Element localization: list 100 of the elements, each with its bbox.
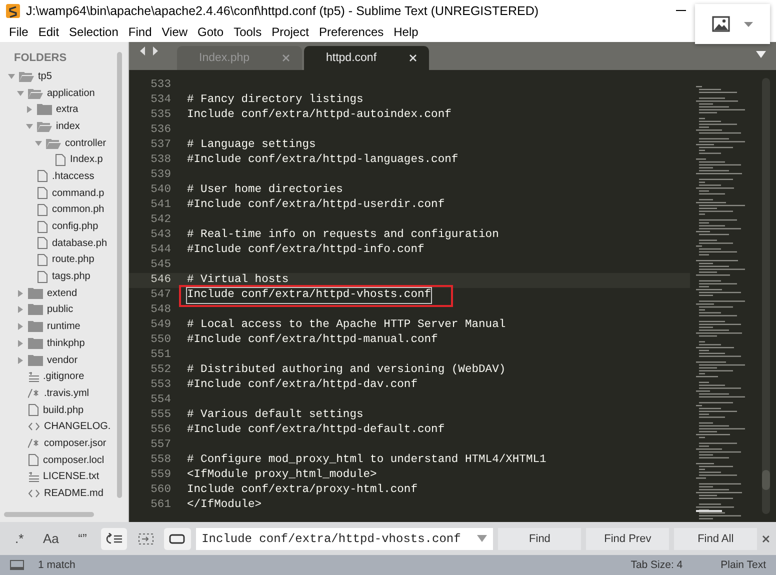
code-line: # Fancy directory listings <box>187 93 364 108</box>
line-number: 539 <box>150 168 172 183</box>
folder-icon <box>28 304 43 316</box>
line-number: 559 <box>150 468 172 483</box>
wrap-toggle[interactable] <box>100 528 128 550</box>
caret-icon <box>744 22 753 26</box>
collapse-arrow-icon[interactable] <box>26 106 33 114</box>
sidebar-document[interactable]: config.php <box>52 221 98 232</box>
line-number: 538 <box>150 153 172 168</box>
sidebar-folder[interactable]: extend <box>47 288 78 299</box>
syntax-indicator[interactable]: Plain Text <box>720 559 766 571</box>
file-icon <box>37 254 48 266</box>
line-number: 540 <box>150 183 172 198</box>
sidebar-folder[interactable]: index <box>56 120 80 132</box>
close-icon[interactable] <box>762 534 770 542</box>
collapse-arrow-icon[interactable] <box>17 306 24 314</box>
code-line: # Various default settings <box>187 408 364 423</box>
menu-item[interactable]: File <box>4 25 34 39</box>
expand-arrow-icon[interactable] <box>8 72 15 80</box>
line-number: 544 <box>150 243 172 258</box>
line-number: 535 <box>150 108 172 123</box>
collapse-arrow-icon[interactable] <box>17 323 24 330</box>
menu-item[interactable]: Find <box>123 25 157 39</box>
sidebar-folder[interactable]: controller <box>65 138 106 149</box>
word-toggle[interactable]: “” <box>69 528 96 550</box>
sidebar-folder[interactable]: thinkphp <box>47 338 85 349</box>
expand-arrow-icon[interactable] <box>35 140 42 147</box>
sidebar-document[interactable]: composer.locl <box>43 454 104 466</box>
sidebar-document[interactable]: composer.jsor <box>44 438 106 449</box>
code-line: <IfModule proxy_html_module> <box>187 468 377 483</box>
code-line: Include conf/extra/proxy-html.conf <box>187 483 418 498</box>
image-icon <box>712 16 730 32</box>
sidebar-document[interactable]: tags.php <box>52 271 90 282</box>
find-button[interactable]: Find <box>498 528 582 550</box>
scrollbar[interactable] <box>762 78 770 514</box>
find-button[interactable]: Find All <box>674 528 758 550</box>
highlight-toggle[interactable] <box>164 528 191 550</box>
dropdown-arrow-icon[interactable] <box>477 535 488 542</box>
menu-item[interactable]: Project <box>266 25 314 39</box>
sidebar-document[interactable]: Index.p <box>70 154 103 166</box>
file-icon <box>37 170 48 182</box>
scrollbar[interactable] <box>117 52 122 498</box>
menu-item[interactable]: Selection <box>64 25 124 39</box>
dropdown-arrow-icon[interactable] <box>756 51 766 58</box>
case-toggle[interactable]: Aa <box>38 528 64 550</box>
sidebar-document[interactable]: build.php <box>43 404 84 416</box>
menu-item[interactable]: Edit <box>33 25 64 39</box>
sidebar-document[interactable]: .gitignore <box>43 371 84 382</box>
menu-item[interactable]: Help <box>388 25 424 39</box>
sidebar-document[interactable]: .travis.yml <box>44 388 89 399</box>
menu-item[interactable]: Preferences <box>314 25 389 39</box>
code-line: # User home directories <box>187 183 343 198</box>
sidebar-document[interactable]: command.p <box>52 188 104 199</box>
minimize-icon[interactable] <box>676 10 686 12</box>
sidebar-document[interactable]: .htaccess <box>52 170 94 182</box>
folder-icon <box>28 321 43 332</box>
regex-toggle[interactable]: .* <box>6 528 33 550</box>
sidebar-folder[interactable]: tp5 <box>38 70 52 82</box>
line-number: 560 <box>150 483 172 498</box>
code-line: Include conf/extra/httpd-vhosts.conf <box>187 288 432 303</box>
line-number: 561 <box>150 498 172 513</box>
sidebar-document[interactable]: route.php <box>52 254 94 266</box>
image-tool-widget[interactable] <box>695 4 770 44</box>
line-number: 533 <box>150 78 172 93</box>
line-number: 555 <box>150 408 172 423</box>
collapse-arrow-icon[interactable] <box>17 290 24 297</box>
folder-icon <box>28 88 43 99</box>
menu-item[interactable]: Tools <box>228 25 267 39</box>
collapse-arrow-icon[interactable] <box>17 340 24 347</box>
find-button[interactable]: Find Prev <box>586 528 670 550</box>
text-lines-icon <box>28 472 39 482</box>
sidebar-folder[interactable]: vendor <box>47 354 78 366</box>
sidebar-document[interactable]: LICENSE.txt <box>43 471 100 482</box>
sidebar-folder[interactable]: public <box>47 304 74 316</box>
sidebar-folder[interactable]: runtime <box>47 321 80 332</box>
tab-size-indicator[interactable]: Tab Size: 4 <box>630 559 683 571</box>
sidebar-document[interactable]: README.md <box>44 488 104 500</box>
scrollbar[interactable] <box>4 512 94 517</box>
expand-arrow-icon[interactable] <box>26 122 33 130</box>
line-number: 548 <box>150 303 172 318</box>
code-line: </IfModule> <box>187 498 262 513</box>
line-number: 537 <box>150 138 172 153</box>
sidebar-folder[interactable]: extra <box>56 104 78 116</box>
collapse-arrow-icon[interactable] <box>17 356 24 364</box>
sidebar-document[interactable]: common.ph <box>52 204 104 216</box>
folder-icon <box>28 288 43 299</box>
highlight-icon <box>169 532 186 544</box>
editor-tab[interactable]: httpd.conf <box>304 46 429 70</box>
search-field[interactable]: Include conf/extra/httpd-vhosts.conf <box>196 528 494 550</box>
sidebar-folder[interactable]: application <box>47 88 95 99</box>
code-line: # Language settings <box>187 138 316 153</box>
panel-icon[interactable] <box>10 560 24 570</box>
menu-item[interactable]: Goto <box>192 25 229 39</box>
menu-item[interactable]: View <box>156 25 193 39</box>
code-icon <box>28 422 40 432</box>
expand-arrow-icon[interactable] <box>17 90 24 97</box>
line-number: 542 <box>150 213 172 228</box>
sidebar-document[interactable]: database.ph <box>52 238 108 249</box>
folder-icon <box>28 354 43 366</box>
sidebar-document[interactable]: CHANGELOG. <box>44 421 111 432</box>
